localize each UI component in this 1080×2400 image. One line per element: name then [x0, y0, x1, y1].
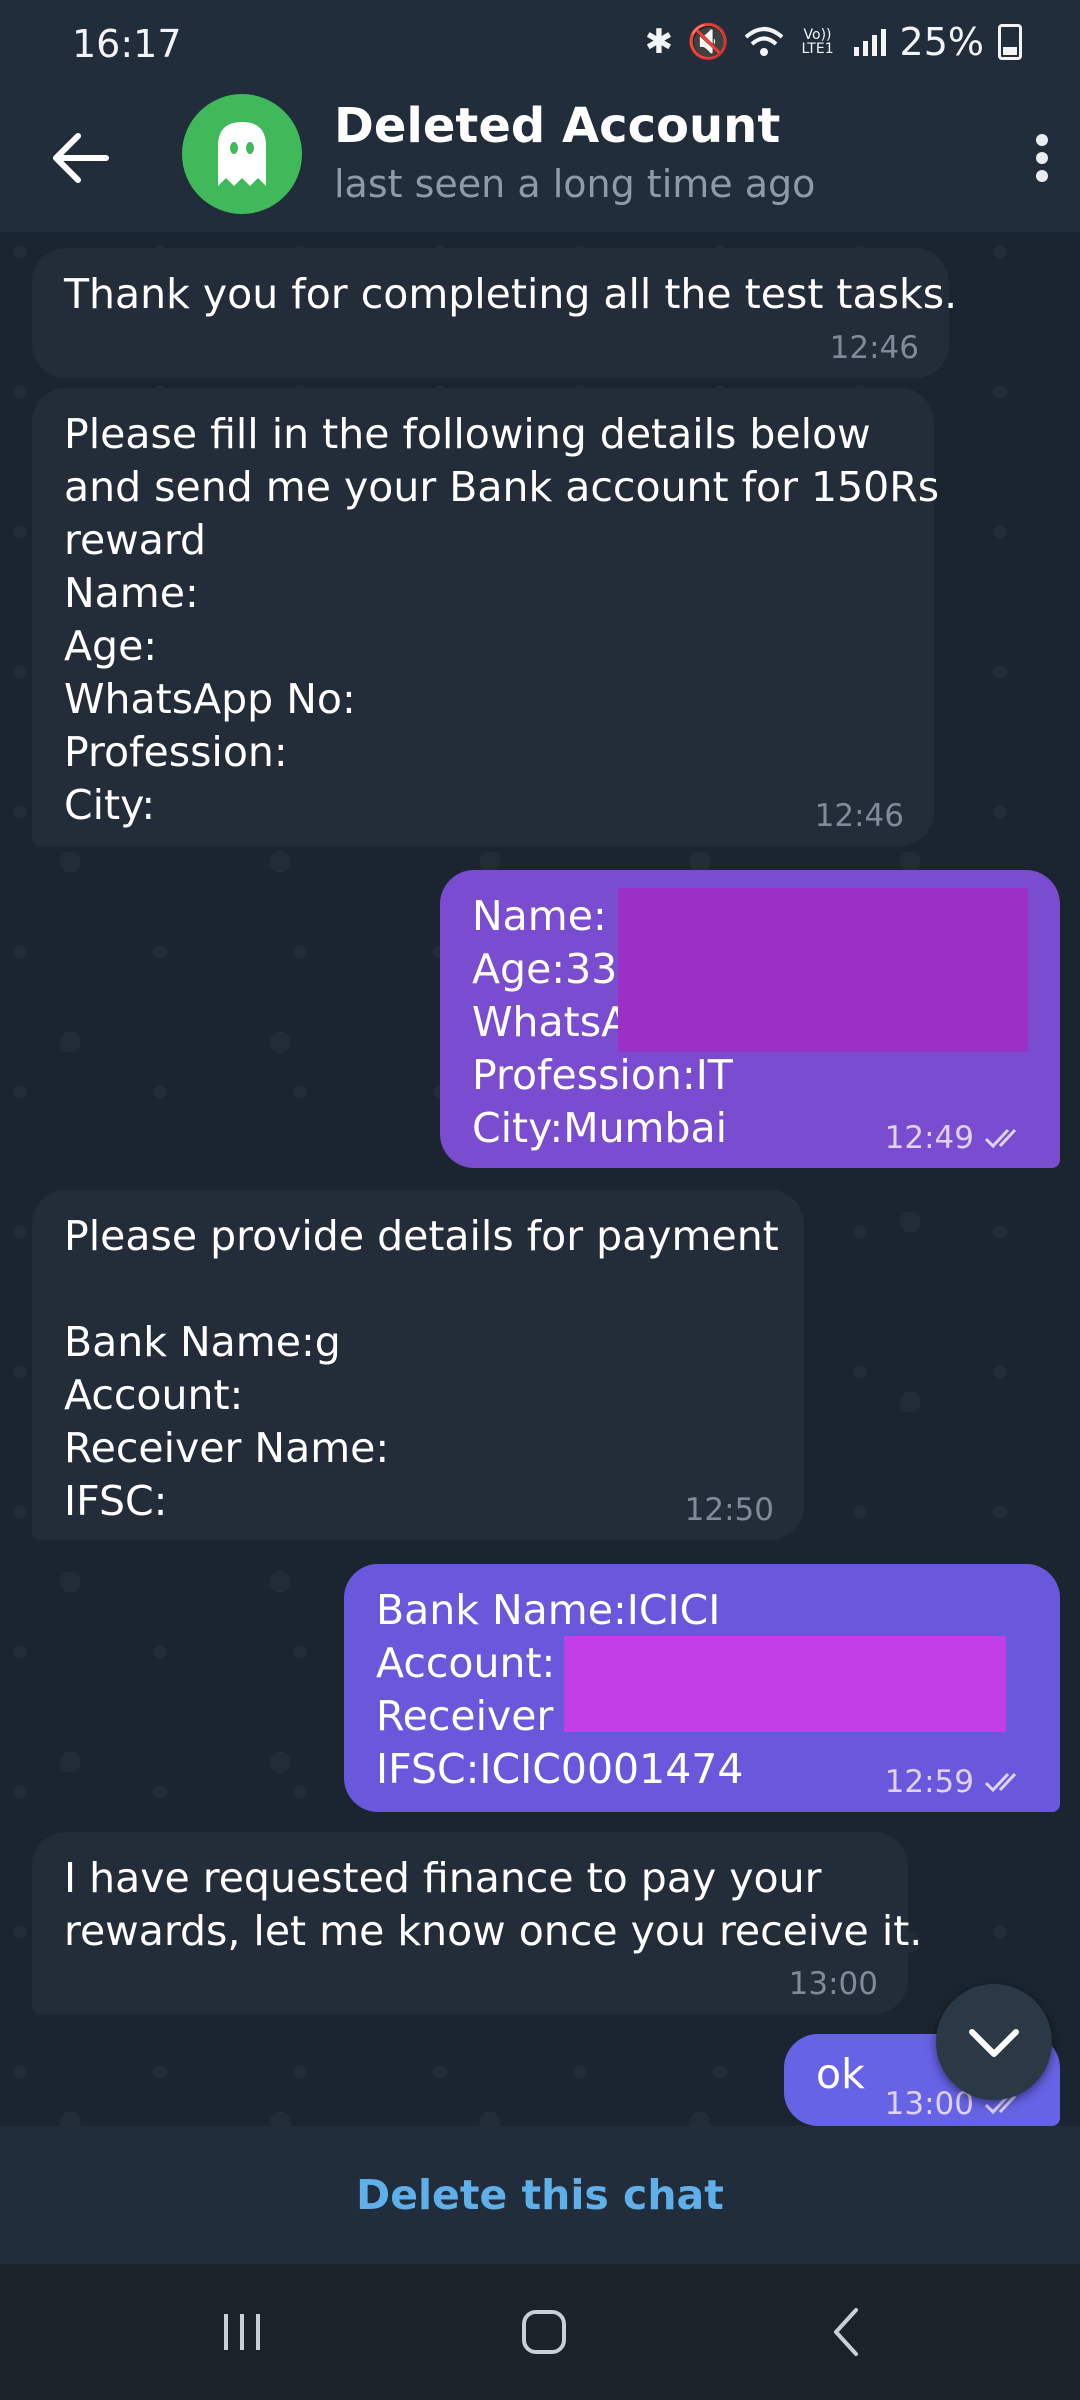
volte-icon: Vo)) LTE1	[801, 27, 834, 57]
message-text	[64, 1263, 772, 1316]
signal-icon	[853, 29, 886, 56]
double-check-icon	[984, 1772, 1017, 1793]
bottom-action-bar: Delete this chat	[0, 2126, 1080, 2264]
message-text: rewards, let me know once you receive it…	[64, 1907, 923, 1955]
message-text: and send me your Bank account for 150Rs	[64, 463, 940, 511]
delete-chat-button[interactable]: Delete this chat	[356, 2171, 724, 2219]
avatar[interactable]	[182, 94, 302, 214]
recent-apps-icon	[224, 2314, 260, 2350]
redaction-block	[564, 1636, 1006, 1732]
wifi-icon	[744, 27, 783, 56]
bluetooth-icon: ✱	[644, 22, 674, 62]
back-nav-button[interactable]	[808, 2292, 888, 2372]
chevron-down-icon	[969, 2029, 1019, 2057]
arrow-left-icon	[53, 133, 109, 183]
message-incoming[interactable]: I have requested finance to pay your rew…	[32, 1832, 923, 2014]
battery-percent: 25%	[899, 20, 984, 64]
message-text: Age:	[64, 622, 158, 670]
message-incoming[interactable]: Please provide details for payment Bank …	[32, 1190, 804, 1540]
message-text: IFSC:	[64, 1477, 168, 1525]
message-incoming[interactable]: Thank you for completing all the test ta…	[32, 248, 958, 378]
message-text: City:	[64, 781, 156, 829]
message-time: 12:59	[885, 1764, 1030, 1800]
message-text: Bank Name:g	[64, 1318, 341, 1366]
message-outgoing[interactable]: Bank Name:ICICI Account: Receiver N IFSC…	[344, 1564, 1060, 1812]
message-text: Please provide details for payment	[64, 1212, 779, 1260]
message-text: Profession:	[64, 728, 288, 776]
message-time: 13:00	[788, 1966, 878, 2002]
recent-apps-button[interactable]	[202, 2292, 282, 2372]
message-text: WhatsApp No:	[64, 675, 356, 723]
chat-title[interactable]: Deleted Account	[334, 98, 780, 154]
ghost-icon	[218, 122, 266, 186]
message-text: reward	[64, 516, 206, 564]
navigation-bar	[0, 2264, 1080, 2400]
message-time: 12:49	[885, 1120, 1030, 1156]
message-outgoing[interactable]: Name: A Age:33 WhatsA Profession:IT City…	[440, 870, 1060, 1168]
redaction-block	[618, 888, 1028, 1052]
status-bar: 16:17 ✱ 🔇 Vo)) LTE1 25%	[0, 0, 1080, 84]
double-check-icon	[984, 1128, 1017, 1149]
message-time-text: 12:59	[884, 1764, 974, 1800]
status-time: 16:17	[72, 22, 182, 66]
message-time: 12:50	[684, 1492, 774, 1528]
chat-messages[interactable]: Thank you for completing all the test ta…	[0, 232, 1080, 2126]
last-seen-status: last seen a long time ago	[334, 162, 816, 206]
status-icons: ✱ 🔇 Vo)) LTE1 25%	[645, 20, 1022, 64]
chat-header: Deleted Account last seen a long time ag…	[0, 84, 1080, 232]
message-time: 12:46	[829, 330, 919, 366]
more-options-button[interactable]	[1012, 118, 1072, 198]
scroll-to-bottom-button[interactable]	[936, 1984, 1052, 2100]
home-icon	[522, 2310, 566, 2354]
home-button[interactable]	[504, 2292, 584, 2372]
screen: 16:17 ✱ 🔇 Vo)) LTE1 25% Deleted Account …	[0, 0, 1080, 2400]
message-time: 12:46	[814, 798, 904, 834]
message-text: Receiver Name:	[64, 1424, 390, 1472]
message-text: Profession:IT	[472, 1051, 733, 1099]
battery-charging-icon	[998, 24, 1022, 60]
message-text: Bank Name:ICICI	[376, 1586, 721, 1634]
message-text: I have requested finance to pay your	[64, 1854, 822, 1902]
mute-icon: 🔇	[687, 22, 730, 62]
message-incoming[interactable]: Please fill in the following details bel…	[32, 388, 940, 846]
back-button[interactable]	[40, 118, 120, 198]
message-text: Account:	[64, 1371, 244, 1419]
message-text: Name:	[64, 569, 199, 617]
back-icon	[834, 2308, 858, 2356]
message-text: Please fill in the following details bel…	[64, 410, 871, 458]
message-time-text: 12:49	[884, 1120, 974, 1156]
message-text: Thank you for completing all the test ta…	[64, 270, 958, 318]
